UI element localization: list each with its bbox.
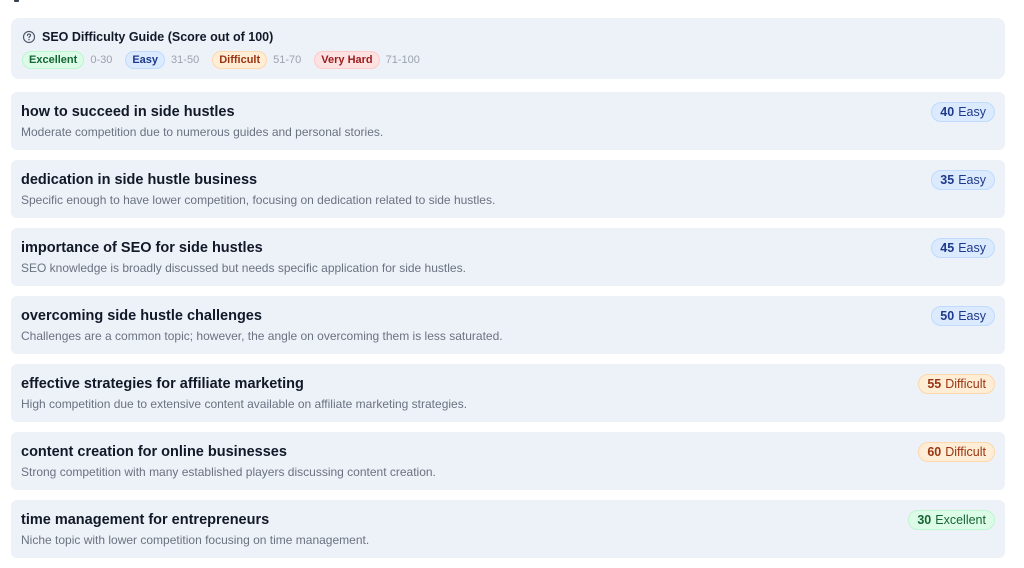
difficulty-badge: 45 Easy [931,238,995,258]
difficulty-level: Difficult [945,445,986,459]
keyword-row[interactable]: content creation for online businesses S… [11,432,1005,490]
keyword-title: dedication in side hustle business [21,172,258,188]
keyword-description: Challenges are a common topic; however, … [21,329,503,343]
keyword-title: importance of SEO for side hustles [21,240,263,256]
legend-tag-excellent: Excellent [22,51,85,69]
keyword-row[interactable]: how to succeed in side hustles Moderate … [11,92,1005,150]
difficulty-level: Difficult [945,377,986,391]
keyword-description: Strong competition with many established… [21,465,436,479]
difficulty-score: 35 [940,173,955,187]
keyword-row[interactable]: dedication in side hustle business Speci… [11,160,1005,218]
keyword-title: overcoming side hustle challenges [21,308,262,324]
legend-range-easy: 31-50 [171,54,200,66]
keyword-list: how to succeed in side hustles Moderate … [11,92,1005,568]
legend-range-difficult: 51-70 [273,54,302,66]
seo-difficulty-guide: SEO Difficulty Guide (Score out of 100) … [11,18,1005,79]
keyword-description: SEO knowledge is broadly discussed but n… [21,261,466,275]
keyword-row[interactable]: importance of SEO for side hustles SEO k… [11,228,1005,286]
difficulty-level: Easy [958,309,986,323]
keyword-description: High competition due to extensive conten… [21,397,468,411]
help-circle-icon [22,30,36,44]
difficulty-score: 50 [940,309,955,323]
difficulty-level: Easy [958,105,986,119]
keyword-description: Moderate competition due to numerous gui… [21,125,384,139]
difficulty-score: 40 [940,105,955,119]
difficulty-badge: 55 Difficult [918,374,995,394]
keyword-row[interactable]: time management for entrepreneurs Niche … [11,500,1005,558]
legend-tag-very-hard: Very Hard [314,51,380,69]
difficulty-badge: 35 Easy [931,170,995,190]
guide-title: SEO Difficulty Guide (Score out of 100) [42,30,274,44]
difficulty-score: 55 [927,377,942,391]
keyword-row[interactable]: effective strategies for affiliate marke… [11,364,1005,422]
legend-tag-easy: Easy [125,51,166,69]
keyword-title: content creation for online businesses [21,444,287,460]
legend-range-excellent: 0-30 [90,54,113,66]
clipped-header [14,0,214,2]
legend-range-very-hard: 71-100 [385,54,420,66]
difficulty-badge: 30 Excellent [908,510,995,530]
keyword-description: Niche topic with lower competition focus… [21,533,370,547]
difficulty-level: Easy [958,241,986,255]
difficulty-level: Easy [958,173,986,187]
difficulty-score: 60 [927,445,942,459]
keyword-title: effective strategies for affiliate marke… [21,376,304,392]
difficulty-score: 30 [917,513,932,527]
keyword-title: how to succeed in side hustles [21,104,235,120]
difficulty-score: 45 [940,241,955,255]
keyword-row[interactable]: overcoming side hustle challenges Challe… [11,296,1005,354]
legend-tag-difficult: Difficult [212,51,268,69]
difficulty-legend: Excellent 0-30 Easy 31-50 Difficult 51-7… [22,51,995,69]
difficulty-badge: 50 Easy [931,306,995,326]
guide-header: SEO Difficulty Guide (Score out of 100) [22,28,995,46]
difficulty-level: Excellent [935,513,986,527]
difficulty-badge: 60 Difficult [918,442,995,462]
difficulty-badge: 40 Easy [931,102,995,122]
keyword-title: time management for entrepreneurs [21,512,270,528]
keyword-description: Specific enough to have lower competitio… [21,193,496,207]
